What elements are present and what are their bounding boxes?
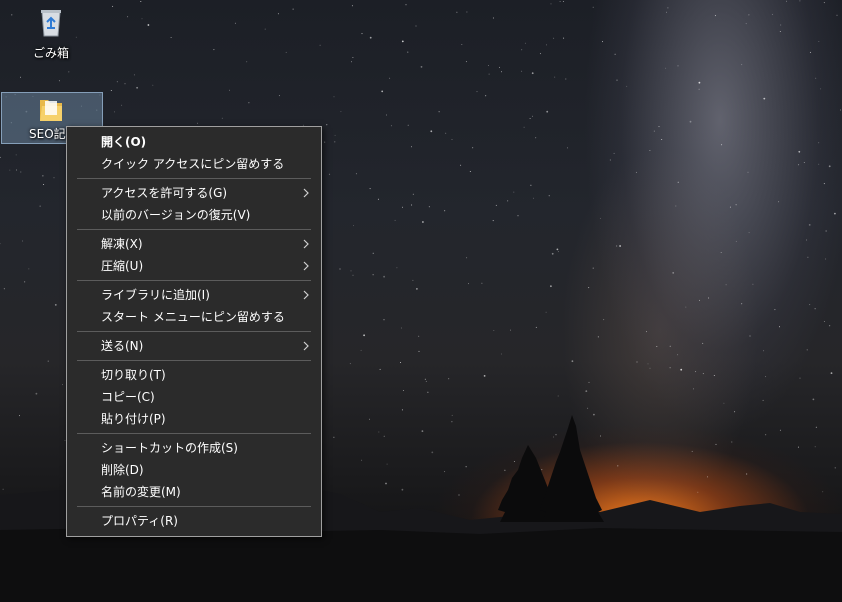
recycle-bin-icon: [41, 10, 61, 37]
menu-separator: [77, 178, 311, 179]
menu-item[interactable]: 切り取り(T): [67, 364, 321, 386]
menu-item-label: 圧縮(U): [101, 259, 144, 273]
menu-item-label: 切り取り(T): [101, 368, 166, 382]
menu-item-label: 以前のバージョンの復元(V): [101, 208, 251, 222]
menu-item-label: プロパティ(R): [101, 514, 178, 528]
menu-item-label: 削除(D): [101, 463, 144, 477]
chevron-right-icon: [303, 290, 309, 300]
menu-separator: [77, 433, 311, 434]
menu-item[interactable]: 開く(O): [67, 131, 321, 153]
menu-item[interactable]: ライブラリに追加(I): [67, 284, 321, 306]
menu-item-label: コピー(C): [101, 390, 155, 404]
chevron-right-icon: [303, 261, 309, 271]
menu-item-label: ライブラリに追加(I): [101, 288, 210, 302]
menu-separator: [77, 229, 311, 230]
menu-separator: [77, 280, 311, 281]
context-menu: 開く(O) クイック アクセスにピン留めする アクセスを許可する(G) 以前のバージョ…: [66, 126, 322, 537]
menu-separator: [77, 506, 311, 507]
menu-item[interactable]: コピー(C): [67, 386, 321, 408]
menu-item-label: ショートカットの作成(S): [101, 441, 238, 455]
desktop-background: ごみ箱 SEO記事 開く(O) クイック アクセスにピン留めする アクセスを許可する…: [0, 0, 842, 602]
chevron-right-icon: [303, 341, 309, 351]
menu-item[interactable]: 名前の変更(M): [67, 481, 321, 503]
menu-item[interactable]: 圧縮(U): [67, 255, 321, 277]
menu-item[interactable]: プロパティ(R): [67, 510, 321, 532]
menu-item[interactable]: スタート メニューにピン留めする: [67, 306, 321, 328]
menu-item[interactable]: 以前のバージョンの復元(V): [67, 204, 321, 226]
chevron-right-icon: [303, 188, 309, 198]
menu-item-label: クイック アクセスにピン留めする: [101, 157, 285, 171]
menu-item-label: 名前の変更(M): [101, 485, 181, 499]
pine-tree-right: [540, 415, 604, 522]
menu-item[interactable]: 貼り付け(P): [67, 408, 321, 430]
folder-icon: [40, 100, 62, 121]
menu-item-label: 開く(O): [101, 135, 147, 149]
recycle-bin-desktop-icon[interactable]: ごみ箱: [15, 6, 87, 61]
menu-item[interactable]: アクセスを許可する(G): [67, 182, 321, 204]
menu-item[interactable]: クイック アクセスにピン留めする: [67, 153, 321, 175]
menu-separator: [77, 331, 311, 332]
menu-separator: [77, 360, 311, 361]
menu-item-label: 貼り付け(P): [101, 412, 166, 426]
menu-item[interactable]: ショートカットの作成(S): [67, 437, 321, 459]
menu-item-label: 解凍(X): [101, 237, 143, 251]
menu-item[interactable]: 解凍(X): [67, 233, 321, 255]
menu-item-label: 送る(N): [101, 339, 144, 353]
menu-item[interactable]: 送る(N): [67, 335, 321, 357]
menu-item[interactable]: 削除(D): [67, 459, 321, 481]
menu-item-label: スタート メニューにピン留めする: [101, 310, 285, 324]
recycle-bin-label: ごみ箱: [32, 46, 69, 60]
chevron-right-icon: [303, 239, 309, 249]
menu-item-label: アクセスを許可する(G): [101, 186, 228, 200]
